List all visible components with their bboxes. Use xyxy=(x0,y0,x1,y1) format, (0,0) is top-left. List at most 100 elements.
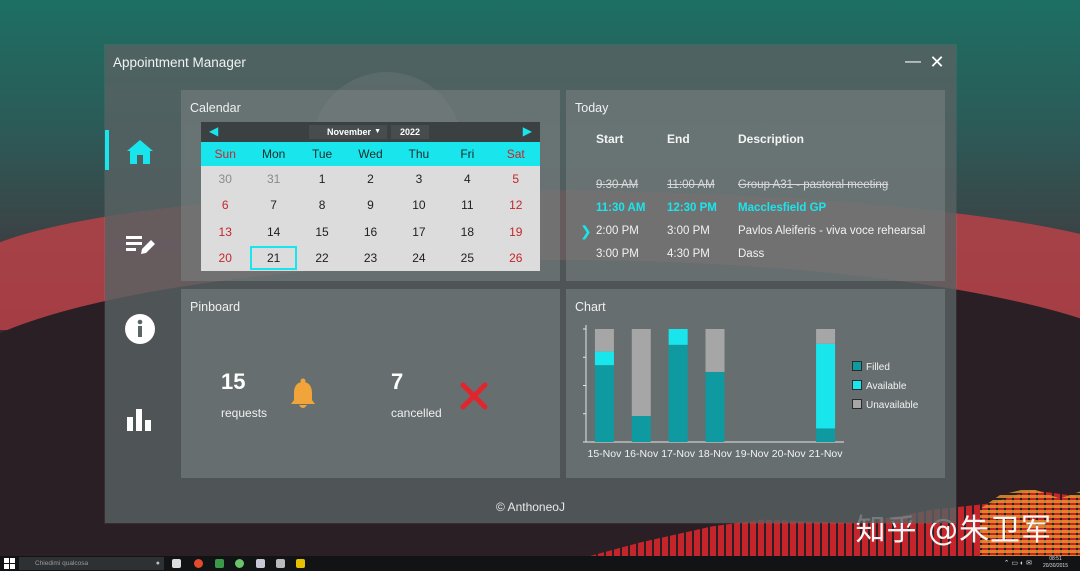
app-window: Appointment Manager — ✕ Calendar ◀ Novem… xyxy=(105,45,956,523)
calendar-day[interactable]: 12 xyxy=(492,192,540,218)
appointment-row-next[interactable]: 2:00 PM 3:00 PM Pavlos Aleiferis - viva … xyxy=(566,225,945,245)
requests-count: 15 xyxy=(221,369,246,394)
calendar-day[interactable]: 1 xyxy=(298,166,346,192)
legend-swatch xyxy=(852,380,862,390)
calendar-day-selected[interactable]: 21 xyxy=(249,245,297,271)
calendar-day[interactable]: 30 xyxy=(201,166,249,192)
calendar-day[interactable]: 20 xyxy=(201,245,249,271)
chart-bar-filled xyxy=(668,344,688,442)
calendar-day[interactable]: 4 xyxy=(443,166,491,192)
nav-chart[interactable] xyxy=(105,397,175,441)
app-icon[interactable] xyxy=(235,559,244,568)
calendar-day[interactable]: 18 xyxy=(443,219,491,245)
taskbar: Chiedimi qualcosa ● ⌃ ▭ ◐ ✉ 08:51 20/30/… xyxy=(0,556,1080,571)
calendar-day[interactable]: 26 xyxy=(492,245,540,271)
calendar-day[interactable]: 7 xyxy=(249,192,297,218)
weekday-label: Fri xyxy=(460,147,475,161)
calendar-day[interactable]: 17 xyxy=(395,219,443,245)
calendar-day[interactable]: 16 xyxy=(346,219,394,245)
year-dropdown[interactable]: 2022 xyxy=(391,125,429,139)
legend-item: Filled xyxy=(852,361,918,380)
window-title: Appointment Manager xyxy=(113,55,246,70)
calendar: ◀ November ▼ 2022 ▶ Sun Mon Tue Wed Thu … xyxy=(201,122,540,271)
chart-bar-unavailable xyxy=(594,329,614,352)
chart-bar-filled xyxy=(631,416,651,442)
calendar-panel-title: Calendar xyxy=(190,101,241,115)
appointment-description: Dass xyxy=(738,248,765,260)
weekday-label: Sat xyxy=(506,147,525,161)
taskbar-clock[interactable]: 08:51 20/30/2015 xyxy=(1043,556,1068,570)
cross-icon[interactable] xyxy=(459,381,489,411)
task-view-icon[interactable] xyxy=(172,559,181,568)
calendar-day[interactable]: 14 xyxy=(249,219,297,245)
calendar-day[interactable]: 8 xyxy=(298,192,346,218)
column-header-start: Start xyxy=(596,132,624,146)
chart-bar-available xyxy=(668,329,688,345)
month-dropdown[interactable]: November ▼ xyxy=(309,125,387,139)
chart-bar-filled xyxy=(816,428,836,442)
nav-info[interactable] xyxy=(105,307,175,351)
calendar-header: ◀ November ▼ 2022 ▶ xyxy=(201,122,540,142)
app-icon[interactable] xyxy=(296,559,305,568)
calendar-day[interactable]: 5 xyxy=(492,166,540,192)
legend-item: Available xyxy=(852,380,918,399)
info-icon xyxy=(125,314,155,344)
calendar-day[interactable]: 31 xyxy=(249,166,297,192)
column-header-end: End xyxy=(667,132,690,146)
chart-panel: Chart 15-Nov 16-Nov 17-Nov 18-Nov 19-Nov 20-N… xyxy=(566,289,945,478)
windows-start-icon[interactable] xyxy=(4,558,15,569)
calendar-day[interactable]: 15 xyxy=(298,219,346,245)
appointment-end: 3:00 PM xyxy=(667,225,710,237)
calendar-day[interactable]: 11 xyxy=(443,192,491,218)
calendar-day[interactable]: 19 xyxy=(492,219,540,245)
chart-bar-filled xyxy=(705,371,725,442)
month-value: November xyxy=(327,127,372,137)
legend-label: Unavailable xyxy=(866,400,919,411)
bar-chart-icon xyxy=(127,409,151,431)
calendar-day[interactable]: 10 xyxy=(395,192,443,218)
chart-bar-filled xyxy=(594,365,614,442)
calendar-day[interactable]: 25 xyxy=(443,245,491,271)
app-icon[interactable] xyxy=(215,559,224,568)
app-icon[interactable] xyxy=(256,559,265,568)
app-icon[interactable] xyxy=(276,559,285,568)
minimize-button[interactable]: — xyxy=(902,51,924,73)
weekday-label: Mon xyxy=(261,147,286,161)
weekday-label: Thu xyxy=(408,147,430,161)
appointment-row[interactable]: 9:30 AM 11:00 AM Group A31 - pastoral me… xyxy=(566,179,945,199)
chart-bar-available xyxy=(594,351,614,366)
calendar-day[interactable]: 23 xyxy=(346,245,394,271)
calendar-day[interactable]: 2 xyxy=(346,166,394,192)
title-bar[interactable]: Appointment Manager — ✕ xyxy=(105,45,956,79)
chart-bar-available xyxy=(816,343,836,429)
bell-icon[interactable] xyxy=(289,377,317,411)
appointment-description: Group A31 - pastoral meeting xyxy=(738,179,889,191)
appointment-row-current[interactable]: 11:30 AM 12:30 PM Macclesfield GP xyxy=(566,202,945,222)
microphone-icon[interactable]: ● xyxy=(156,557,160,570)
calendar-day[interactable]: 9 xyxy=(346,192,394,218)
weekday-label: Tue xyxy=(311,147,333,161)
appointment-end: 12:30 PM xyxy=(667,202,717,214)
appointment-start: 3:00 PM xyxy=(596,248,639,260)
clock-date: 20/30/2015 xyxy=(1042,563,1068,569)
chart-legend: Filled Available Unavailable xyxy=(852,361,918,418)
nav-home[interactable] xyxy=(105,130,175,174)
calendar-day[interactable]: 3 xyxy=(395,166,443,192)
weekday-header: Sun Mon Tue Wed Thu Fri Sat xyxy=(201,142,540,166)
close-button[interactable]: ✕ xyxy=(926,51,948,73)
appointment-row[interactable]: 3:00 PM 4:30 PM Dass xyxy=(566,248,945,268)
calendar-day[interactable]: 24 xyxy=(395,245,443,271)
x-tick-label: 21-Nov xyxy=(809,448,844,460)
appointment-end: 11:00 AM xyxy=(667,179,715,191)
calendar-day[interactable]: 6 xyxy=(201,192,249,218)
next-month-icon[interactable]: ▶ xyxy=(523,124,532,138)
chrome-icon[interactable] xyxy=(194,559,203,568)
calendar-day[interactable]: 13 xyxy=(201,219,249,245)
x-tick-label: 19-Nov xyxy=(735,448,770,460)
calendar-day[interactable]: 22 xyxy=(298,245,346,271)
nav-notes[interactable] xyxy=(105,221,175,265)
prev-month-icon[interactable]: ◀ xyxy=(209,124,218,138)
system-tray-icons[interactable]: ⌃ ▭ ◐ ✉ xyxy=(1004,559,1032,567)
weekday-label: Wed xyxy=(358,147,383,161)
taskbar-search-input[interactable]: Chiedimi qualcosa ● xyxy=(19,557,164,570)
